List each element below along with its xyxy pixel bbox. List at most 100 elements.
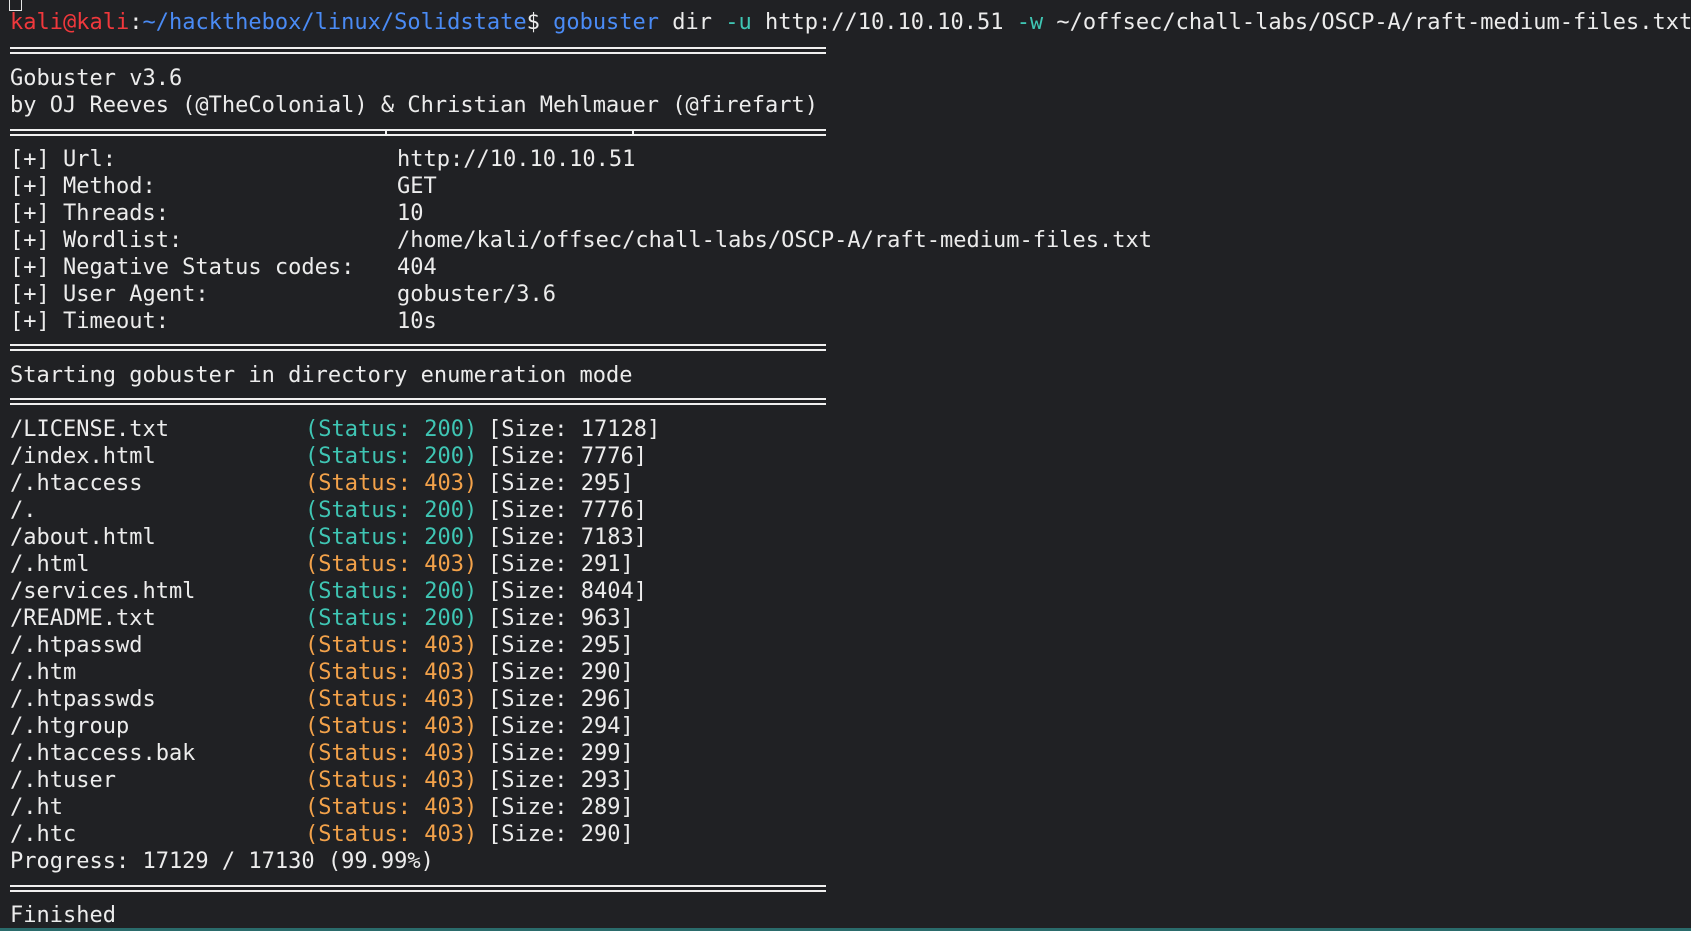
- result-path: /about.html: [10, 525, 156, 550]
- result-size: [Size: 290]: [488, 660, 634, 685]
- terminal-window[interactable]: kali@kali:~/hackthebox/linux/Solidstate$…: [0, 0, 1691, 931]
- result-path: /.htgroup: [10, 714, 130, 739]
- config-key: [+] Negative Status codes:: [10, 255, 355, 280]
- result-path: /.htc: [10, 822, 77, 847]
- result-row: /.htpasswd (Status: 403) [Size: 295]: [10, 632, 634, 659]
- result-size: [Size: 17128]: [488, 417, 661, 442]
- result-row: /about.html (Status: 200) [Size: 7183]: [10, 524, 647, 551]
- result-status: (Status: 403): [305, 687, 478, 712]
- result-size: [Size: 290]: [488, 822, 634, 847]
- prompt-path: ~/hackthebox/linux/Solidstate: [142, 10, 527, 35]
- result-row: /.htaccess.bak (Status: 403) [Size: 299]: [10, 740, 634, 767]
- separator: [10, 398, 826, 405]
- config-row: [+] Method: GET: [10, 173, 437, 200]
- config-row: [+] Threads: 10: [10, 200, 424, 227]
- config-key: [+] User Agent:: [10, 282, 209, 307]
- config-value: 10s: [397, 309, 437, 334]
- result-size: [Size: 289]: [488, 795, 634, 820]
- command-args: dir: [659, 10, 726, 35]
- result-status: (Status: 200): [305, 606, 478, 631]
- result-row: /.htpasswds (Status: 403) [Size: 296]: [10, 686, 634, 713]
- prompt-host: kali: [76, 10, 130, 35]
- result-row: /.htm (Status: 403) [Size: 290]: [10, 659, 634, 686]
- config-row: [+] Url: http://10.10.10.51: [10, 146, 635, 173]
- result-size: [Size: 963]: [488, 606, 634, 631]
- command-url: http://10.10.10.51: [751, 10, 1017, 35]
- result-size: [Size: 7776]: [488, 444, 647, 469]
- result-size: [Size: 295]: [488, 471, 634, 496]
- config-key: [+] Threads:: [10, 201, 169, 226]
- config-key: [+] Method:: [10, 174, 156, 199]
- result-size: [Size: 293]: [488, 768, 634, 793]
- separator: [10, 344, 826, 351]
- result-row: /. (Status: 200) [Size: 7776]: [10, 497, 647, 524]
- result-status: (Status: 403): [305, 795, 478, 820]
- config-value: 404: [397, 255, 437, 280]
- start-message: Starting gobuster in directory enumerati…: [10, 363, 633, 388]
- result-status: (Status: 403): [305, 471, 478, 496]
- result-row: /.ht (Status: 403) [Size: 289]: [10, 794, 634, 821]
- config-value: 10: [397, 201, 424, 226]
- result-path: /index.html: [10, 444, 156, 469]
- finished-line: Finished: [10, 903, 116, 928]
- result-status: (Status: 200): [305, 444, 478, 469]
- config-key: [+] Timeout:: [10, 309, 169, 334]
- prompt-colon: :: [129, 10, 143, 35]
- separator: [10, 885, 826, 892]
- result-row: /README.txt (Status: 200) [Size: 963]: [10, 605, 634, 632]
- prompt-at: @: [62, 10, 77, 35]
- result-path: /services.html: [10, 579, 196, 604]
- prompt-user: kali: [10, 10, 63, 35]
- result-status: (Status: 403): [305, 768, 478, 793]
- result-path: /.htpasswds: [10, 687, 156, 712]
- result-path: /.htpasswd: [10, 633, 143, 658]
- result-path: /.htaccess.bak: [10, 741, 196, 766]
- result-row: /services.html (Status: 200) [Size: 8404]: [10, 578, 647, 605]
- result-status: (Status: 403): [305, 552, 478, 577]
- result-path: /.ht: [10, 795, 63, 820]
- result-row: /index.html (Status: 200) [Size: 7776]: [10, 443, 647, 470]
- config-row: [+] Wordlist: /home/kali/offsec/chall-lab…: [10, 227, 1152, 254]
- result-status: (Status: 403): [305, 660, 478, 685]
- result-size: [Size: 8404]: [488, 579, 647, 604]
- result-status: (Status: 403): [305, 714, 478, 739]
- result-path: /.html: [10, 552, 90, 577]
- result-size: [Size: 291]: [488, 552, 634, 577]
- banner-version: Gobuster v3.6: [10, 66, 183, 91]
- config-row: [+] Negative Status codes: 404: [10, 254, 437, 281]
- result-row: /.html (Status: 403) [Size: 291]: [10, 551, 634, 578]
- result-status: (Status: 200): [305, 417, 478, 442]
- result-path: /README.txt: [10, 606, 156, 631]
- result-row: /.htgroup (Status: 403) [Size: 294]: [10, 713, 634, 740]
- result-status: (Status: 200): [305, 525, 478, 550]
- result-status: (Status: 403): [305, 633, 478, 658]
- result-status: (Status: 403): [305, 741, 478, 766]
- result-status: (Status: 200): [305, 579, 478, 604]
- flag-u: -u: [725, 10, 752, 35]
- config-key: [+] Wordlist:: [10, 228, 183, 253]
- separator: [10, 129, 826, 136]
- banner-authors: by OJ Reeves (@TheColonial) & Christian …: [10, 93, 818, 118]
- result-path: /LICENSE.txt: [10, 417, 169, 442]
- command-wordlist: ~/offsec/chall-labs/OSCP-A/raft-medium-f…: [1043, 10, 1691, 35]
- flag-w: -w: [1016, 10, 1044, 35]
- result-size: [Size: 294]: [488, 714, 634, 739]
- config-value: GET: [397, 174, 437, 199]
- config-key: [+] Url:: [10, 147, 116, 172]
- result-path: /.htaccess: [10, 471, 143, 496]
- result-size: [Size: 296]: [488, 687, 634, 712]
- progress-line: Progress: 17129 / 17130 (99.99%): [10, 849, 434, 874]
- result-row: /.htaccess (Status: 403) [Size: 295]: [10, 470, 634, 497]
- config-value: http://10.10.10.51: [397, 147, 636, 172]
- config-value: gobuster/3.6: [397, 282, 556, 307]
- result-row: /.htc (Status: 403) [Size: 290]: [10, 821, 634, 848]
- result-size: [Size: 7183]: [488, 525, 647, 550]
- result-status: (Status: 200): [305, 498, 478, 523]
- result-path: /.htuser: [10, 768, 116, 793]
- result-size: [Size: 295]: [488, 633, 634, 658]
- result-path: /.: [10, 498, 37, 523]
- config-row: [+] User Agent: gobuster/3.6: [10, 281, 556, 308]
- prompt-symbol: $: [526, 10, 554, 35]
- result-size: [Size: 7776]: [488, 498, 647, 523]
- result-row: /.htuser (Status: 403) [Size: 293]: [10, 767, 634, 794]
